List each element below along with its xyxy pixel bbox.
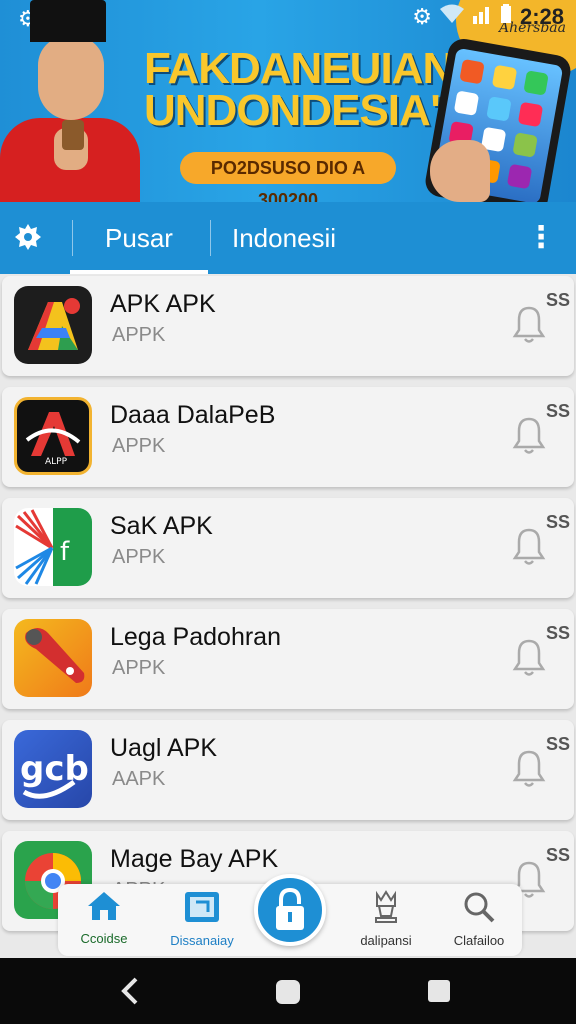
signal-icon: [472, 4, 492, 30]
svg-text:f: f: [60, 537, 70, 567]
app-name: Daaa DalaPeB: [110, 401, 276, 429]
badge-text: SS: [546, 734, 571, 754]
app-subtitle: APPK: [112, 546, 166, 568]
nav-label: Dissanaiay: [170, 933, 234, 948]
wifi-icon: [439, 4, 464, 30]
bell-icon[interactable]: [512, 748, 546, 788]
app-subtitle: APPK: [112, 435, 166, 457]
badge-text: SS: [546, 623, 571, 643]
app-icon: [14, 286, 92, 364]
display-icon: [185, 892, 219, 922]
badge-text: SS: [546, 512, 571, 532]
app-subtitle: APPK: [112, 324, 166, 346]
list-item[interactable]: gcb Uagl APK AAPK SS: [2, 720, 574, 820]
promo-banner[interactable]: Ahersbaa ⚙ ⚙ 2:28 FAKDANEUIAN UNDONDESIA…: [0, 0, 576, 202]
nav-label: Ccoidse: [80, 931, 128, 946]
banner-title: FAKDANEUIAN UNDONDESIA": [144, 44, 454, 135]
app-name: Lega Padohran: [110, 623, 281, 651]
home-icon: [88, 892, 120, 920]
recent-apps-button[interactable]: [428, 980, 450, 1002]
badge-text: SS: [546, 401, 571, 421]
app-subtitle: APPK: [112, 657, 166, 679]
lock-button[interactable]: [254, 874, 326, 946]
app-icon: f: [14, 508, 92, 586]
svg-text:ALPP: ALPP: [45, 457, 68, 467]
list-item[interactable]: APK APK APPK SS: [2, 276, 574, 376]
nav-search[interactable]: Clafailoo: [444, 890, 514, 948]
app-icon: gcb: [14, 730, 92, 808]
app-name: Uagl APK: [110, 734, 218, 762]
list-item[interactable]: f SaK APK APPK SS: [2, 498, 574, 598]
svg-text:gcb: gcb: [20, 749, 89, 789]
badge-text: SS: [546, 290, 571, 310]
app-subtitle: AAPK: [112, 768, 166, 790]
app-name: Mage Bay APK: [110, 845, 279, 873]
app-icon: ALPP: [14, 397, 92, 475]
badge-text: SS: [546, 845, 571, 865]
tab-bar: Pusar Indonesii ⋮: [0, 202, 576, 274]
nav-label: dalipansi: [360, 933, 412, 948]
bell-icon[interactable]: [512, 415, 546, 455]
search-icon: [464, 892, 495, 923]
nav-chess[interactable]: dalipansi: [348, 890, 424, 948]
bell-icon[interactable]: [512, 637, 546, 677]
presenter-image: [0, 0, 140, 202]
tab-indonesii[interactable]: Indonesii: [232, 202, 336, 274]
chess-piece-icon: [375, 890, 397, 923]
bottom-nav: Ccoidse Dissanaiay dalipansi Clafailoo: [58, 874, 522, 956]
home-button[interactable]: [276, 980, 300, 1004]
bell-icon[interactable]: [512, 526, 546, 566]
nav-display[interactable]: Dissanaiay: [154, 890, 250, 948]
nav-home[interactable]: Ccoidse: [68, 890, 140, 946]
tab-pusar[interactable]: Pusar: [70, 202, 208, 274]
hand-illustration: [430, 140, 490, 202]
gear-status-icon: ⚙: [412, 4, 432, 29]
status-bar-right: ⚙ 2:28: [412, 4, 564, 30]
promo-pill[interactable]: PO2DSUSO DIO A 300200: [180, 152, 396, 202]
tab-divider: [210, 220, 211, 256]
app-name: APK APK: [110, 290, 216, 318]
system-nav-bar: [0, 958, 576, 1024]
list-item[interactable]: ALPP Daaa DalaPeB APPK SS: [2, 387, 574, 487]
app-icon: [14, 619, 92, 697]
battery-icon: [500, 4, 512, 30]
status-time: 2:28: [519, 4, 564, 29]
back-icon[interactable]: [116, 976, 146, 1006]
list-item[interactable]: Lega Padohran APPK SS: [2, 609, 574, 709]
more-options-icon[interactable]: ⋮: [526, 222, 556, 254]
app-name: SaK APK: [110, 512, 213, 540]
lock-icon: [276, 887, 304, 930]
bell-icon[interactable]: [512, 304, 546, 344]
nav-label: Clafailoo: [453, 933, 505, 948]
gear-icon[interactable]: [12, 222, 44, 254]
